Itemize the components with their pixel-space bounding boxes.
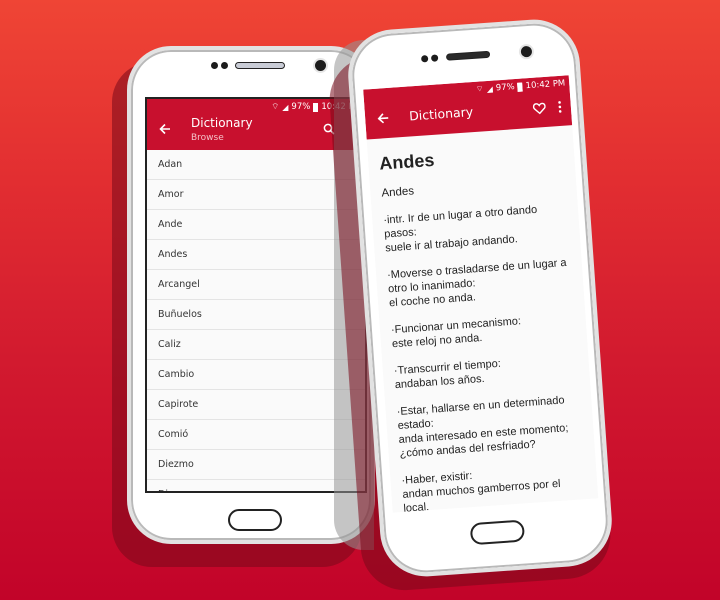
word-label: Cambio — [158, 369, 195, 380]
wifi-icon: ⌔ — [475, 84, 485, 95]
more-vertical-icon — [558, 101, 562, 113]
earpiece-speaker — [235, 62, 285, 69]
sense-item: ·Funcionar un mecanismo: este reloj no a… — [391, 310, 577, 351]
arrow-left-icon — [159, 123, 170, 135]
battery-icon — [313, 102, 319, 112]
word-label: Di... — [158, 489, 177, 491]
signal-icon: ◢ — [486, 84, 494, 94]
entry-title: Andes — [378, 149, 435, 174]
back-button[interactable] — [155, 119, 175, 139]
signal-icon: ◢ — [282, 102, 289, 112]
word-label: Arcangel — [158, 279, 200, 290]
front-camera — [520, 45, 533, 58]
favorite-button[interactable] — [528, 98, 549, 119]
sense-item: ·intr. Ir de un lugar a otro dando pasos… — [383, 201, 569, 256]
sensor-dot — [420, 55, 429, 63]
list-item[interactable]: Di... — [147, 480, 365, 491]
back-button[interactable] — [373, 108, 394, 129]
wifi-icon: ⌔ — [271, 102, 280, 112]
clock: 10:42 PM — [525, 78, 566, 92]
word-label: Capirote — [158, 399, 199, 410]
right-phone: ⌔ ◢ 97% 10:42 PM Dictionary Andes Andes … — [345, 16, 615, 580]
list-item[interactable]: Ande — [147, 210, 365, 240]
list-item[interactable]: Diezmo — [147, 450, 365, 480]
list-item[interactable]: Arcangel — [147, 270, 365, 300]
sensor-dot — [430, 54, 439, 62]
front-camera — [315, 60, 326, 71]
overflow-menu-button[interactable] — [552, 96, 567, 117]
word-list: Adan Amor Ande Andes Arcangel Buñuelos C… — [147, 150, 365, 491]
battery-percent: 97% — [291, 102, 311, 112]
arrow-left-icon — [377, 113, 389, 124]
right-screen: ⌔ ◢ 97% 10:42 PM Dictionary Andes Andes … — [363, 75, 599, 513]
heart-outline-icon — [532, 102, 546, 115]
sense-item: ·Haber, existir: andan muchos gamberros … — [401, 461, 587, 513]
word-label: Andes — [158, 249, 188, 260]
sense-item: ·Transcurrir el tiempo: andaban los años… — [393, 351, 579, 392]
list-item[interactable]: Buñuelos — [147, 300, 365, 330]
word-label: Buñuelos — [158, 309, 202, 320]
word-label: Comió — [158, 429, 189, 440]
word-label: Caliz — [158, 339, 181, 350]
definition-body: Andes Andes ·intr. Ir de un lugar a otro… — [367, 125, 599, 513]
home-button[interactable] — [228, 509, 282, 531]
list-item[interactable]: Caliz — [147, 330, 365, 360]
earpiece-speaker — [445, 50, 491, 61]
list-item[interactable]: Amor — [147, 180, 365, 210]
list-item[interactable]: Cambio — [147, 360, 365, 390]
toolbar-subtitle: Browse — [191, 133, 224, 143]
battery-percent: 97% — [495, 82, 516, 94]
toolbar-title: Dictionary — [191, 116, 253, 130]
entry-word: Andes — [381, 185, 415, 200]
battery-icon — [517, 82, 523, 92]
sensor-dot — [211, 62, 218, 69]
word-label: Ande — [158, 219, 183, 230]
list-item[interactable]: Comió — [147, 420, 365, 450]
sense-item: ·Estar, hallarse en un determinado estad… — [396, 392, 583, 461]
home-button[interactable] — [469, 519, 526, 546]
list-item[interactable]: Capirote — [147, 390, 365, 420]
sensor-dot — [221, 62, 228, 69]
word-label: Amor — [158, 189, 184, 200]
toolbar-title: Dictionary — [408, 104, 474, 124]
list-item[interactable]: Andes — [147, 240, 365, 270]
sense-item: ·Moverse o trasladarse de un lugar a otr… — [387, 256, 573, 311]
word-label: Adan — [158, 159, 183, 170]
word-label: Diezmo — [158, 459, 194, 470]
